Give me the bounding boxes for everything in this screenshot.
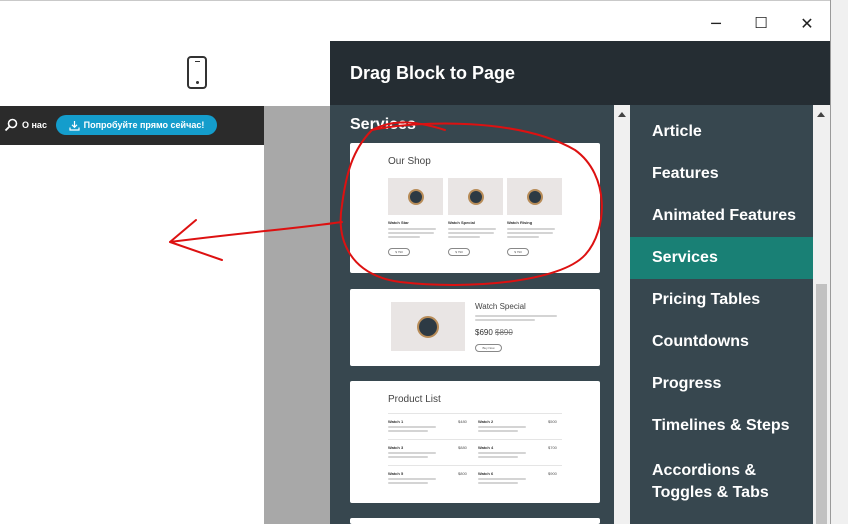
annotation-overlay [169, 121, 603, 286]
annotation-arrow-head [169, 219, 223, 261]
annotation-arrow-line [169, 221, 343, 243]
annotation-circle [339, 121, 603, 286]
